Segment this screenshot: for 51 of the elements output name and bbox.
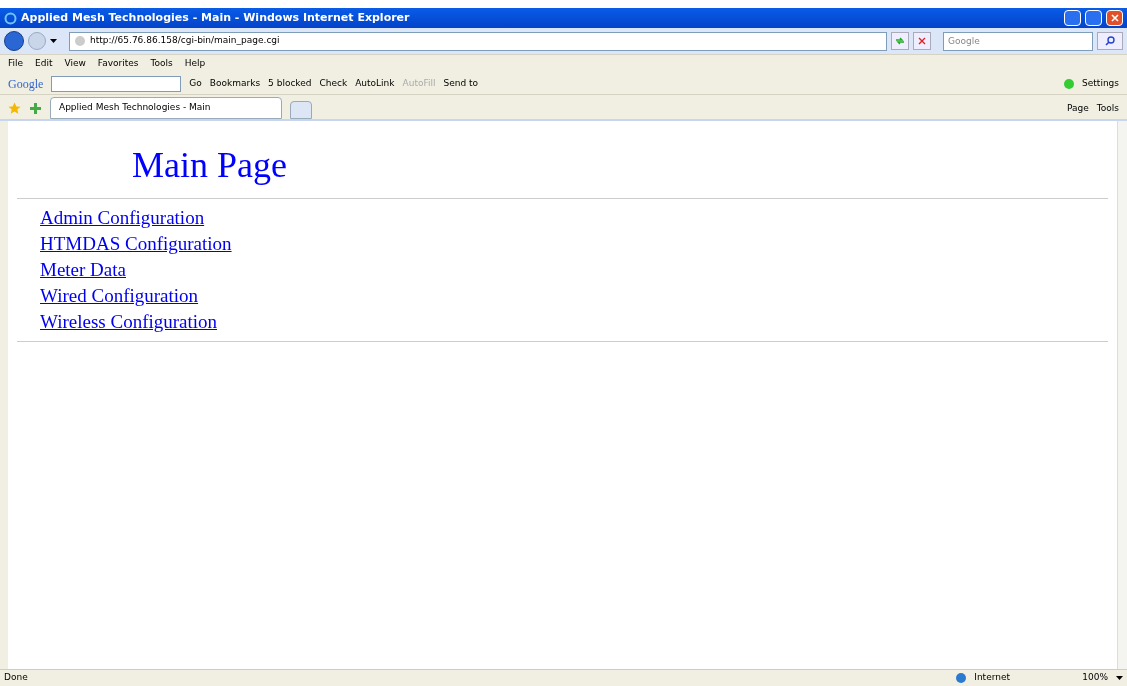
toolbar-button[interactable]: AutoLink — [355, 76, 395, 91]
refresh-button[interactable] — [891, 32, 909, 50]
minimize-button[interactable] — [1064, 10, 1081, 26]
search-button[interactable] — [1097, 32, 1123, 50]
close-icon — [1110, 14, 1119, 22]
caret-icon — [1116, 676, 1123, 680]
toolbar-button[interactable]: 5 blocked — [268, 76, 312, 91]
google-logo: Google — [8, 75, 44, 93]
back-button[interactable] — [4, 31, 24, 51]
toolbar-button[interactable]: Check — [319, 76, 348, 91]
new-tab-button[interactable] — [290, 101, 312, 119]
stop-button[interactable] — [913, 32, 931, 50]
command-button[interactable]: Page — [1067, 101, 1089, 115]
forward-button[interactable] — [28, 32, 46, 50]
search-field[interactable]: Google — [943, 31, 1093, 51]
menu-item[interactable]: Edit — [35, 57, 53, 71]
nav-link[interactable]: Wired Configuration — [40, 283, 199, 309]
tab[interactable]: Applied Mesh Technologies - Main — [50, 97, 282, 119]
refresh-arrows-icon — [895, 37, 905, 45]
menu-item[interactable]: File — [8, 57, 24, 71]
menu-item[interactable]: Favorites — [97, 57, 139, 71]
status-text: Done — [4, 671, 29, 685]
add-favorite-icon[interactable] — [29, 102, 42, 115]
page-icon — [74, 35, 86, 47]
menu-item[interactable]: Help — [184, 57, 206, 71]
caret-icon — [50, 39, 57, 43]
status-dot-icon — [1064, 78, 1075, 89]
nav-link[interactable]: Meter Data — [40, 257, 126, 283]
zoom-button[interactable]: 100% — [1082, 671, 1108, 685]
menu-item[interactable]: View — [64, 57, 86, 71]
toolbar-button[interactable]: Bookmarks — [209, 76, 261, 91]
stop-icon — [918, 37, 926, 45]
globe-icon — [956, 673, 967, 683]
zone-text: Internet — [974, 671, 1011, 685]
toolbar-button[interactable]: Send to — [443, 76, 479, 91]
nav-link[interactable]: Admin Configuration — [40, 205, 205, 231]
address-field[interactable]: http://65.76.86.158/cgi-bin/main_page.cgi — [69, 31, 887, 51]
menu-item[interactable]: Tools — [150, 57, 173, 71]
go-button[interactable]: Go — [189, 76, 202, 91]
browser-logo-icon — [4, 11, 17, 25]
restore-button[interactable] — [1085, 10, 1102, 26]
close-button[interactable] — [1106, 10, 1123, 26]
google-search-field[interactable] — [51, 75, 182, 92]
search-icon — [1105, 36, 1115, 46]
nav-link[interactable]: Wireless Configuration — [40, 309, 218, 335]
page-heading: Main Page — [131, 144, 288, 187]
window-title: Applied Mesh Technologies - Main - Windows Internet Explorer — [21, 9, 411, 26]
star-icon[interactable] — [8, 102, 21, 115]
command-button[interactable]: Tools — [1096, 101, 1119, 115]
nav-link[interactable]: HTMDAS Configuration — [40, 231, 232, 257]
settings-button[interactable]: Settings — [1082, 76, 1119, 91]
